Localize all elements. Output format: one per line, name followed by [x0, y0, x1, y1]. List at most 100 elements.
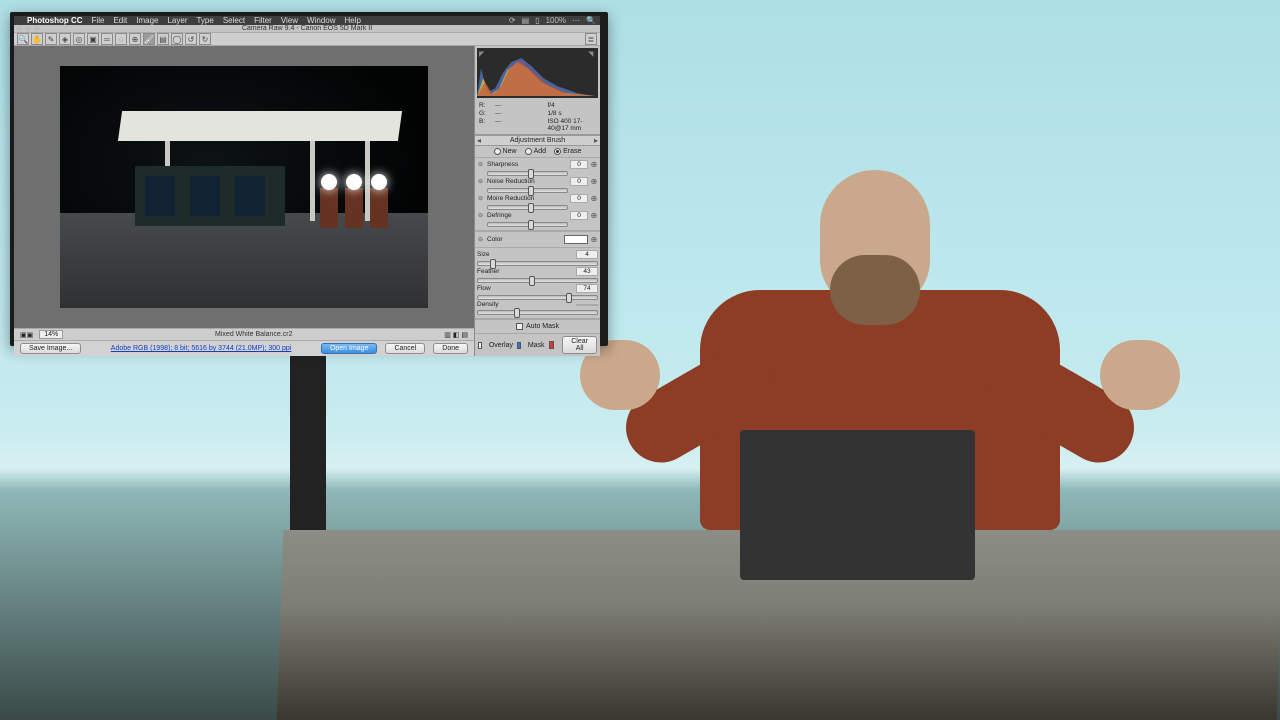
- zoom-tool-icon[interactable]: 🔍: [17, 33, 29, 45]
- mode-erase[interactable]: Erase: [554, 148, 581, 155]
- slider-value[interactable]: 0: [570, 160, 588, 169]
- panel-next-icon[interactable]: ▸: [594, 136, 598, 145]
- search-icon[interactable]: 🔍: [586, 16, 596, 25]
- slider-value[interactable]: 43: [576, 267, 598, 276]
- panel-title-label: Adjustment Brush: [510, 137, 565, 144]
- panel-title: ◂ Adjustment Brush ▸: [475, 135, 600, 146]
- compare-icon[interactable]: ▣▣: [20, 331, 33, 339]
- monitor-stand: [290, 346, 326, 546]
- menu-help[interactable]: Help: [345, 16, 361, 25]
- photoshop-window: Photoshop CC File Edit Image Layer Type …: [14, 16, 600, 334]
- menu-layer[interactable]: Layer: [167, 16, 187, 25]
- panel-prev-icon[interactable]: ◂: [477, 136, 481, 145]
- slider-track[interactable]: [477, 278, 598, 283]
- menu-filter[interactable]: Filter: [254, 16, 272, 25]
- radial-filter-icon[interactable]: ◯: [171, 33, 183, 45]
- mode-new[interactable]: New: [494, 148, 517, 155]
- slider-toggle-icon[interactable]: ⊖: [477, 195, 484, 202]
- menu-select[interactable]: Select: [223, 16, 245, 25]
- slider-label: Flow: [477, 285, 574, 292]
- slider-toggle-icon[interactable]: ⊖: [477, 178, 484, 185]
- slider-label: Size: [477, 251, 574, 258]
- rotate-cw-icon[interactable]: ↻: [199, 33, 211, 45]
- menu-image[interactable]: Image: [136, 16, 158, 25]
- photo-preview: [60, 66, 428, 308]
- window-titlebar: Camera Raw 9.4 - Canon EOS 5D Mark II: [14, 25, 600, 33]
- cancel-button[interactable]: Cancel: [385, 343, 425, 354]
- slider-reset-icon[interactable]: ⊕: [590, 177, 598, 186]
- adjustment-brush-icon[interactable]: 🖌: [143, 33, 155, 45]
- slider-value[interactable]: 0: [570, 177, 588, 186]
- shadow-clip-icon[interactable]: ◤: [479, 50, 487, 58]
- workflow-options-link[interactable]: Adobe RGB (1998); 8 bit; 5616 by 3744 (2…: [89, 345, 313, 352]
- zoom-level[interactable]: 14%: [39, 330, 63, 339]
- done-button[interactable]: Done: [433, 343, 468, 354]
- mode-add[interactable]: Add: [525, 148, 546, 155]
- menu-extras-icon[interactable]: ⋯: [572, 16, 580, 25]
- graduated-filter-icon[interactable]: ▤: [157, 33, 169, 45]
- menu-window[interactable]: Window: [307, 16, 335, 25]
- slider-reset-icon[interactable]: ⊕: [590, 194, 598, 203]
- app-name[interactable]: Photoshop CC: [27, 16, 83, 25]
- mask-color-swatch[interactable]: [549, 341, 555, 349]
- traffic-lights[interactable]: [16, 26, 40, 32]
- slider-track[interactable]: [487, 205, 568, 210]
- overlay-checkbox[interactable]: [478, 342, 482, 349]
- color-swatch[interactable]: [564, 235, 588, 244]
- straighten-tool-icon[interactable]: ═: [101, 33, 113, 45]
- menu-view[interactable]: View: [281, 16, 298, 25]
- menu-type[interactable]: Type: [196, 16, 213, 25]
- color-toggle-icon[interactable]: ⊖: [477, 236, 484, 243]
- slider-toggle-icon[interactable]: ⊖: [477, 212, 484, 219]
- slider-value[interactable]: 0: [570, 211, 588, 220]
- slider-label: Sharpness: [487, 161, 568, 168]
- filmstrip-icons[interactable]: ▥ ◧ ▤: [444, 331, 468, 339]
- rotate-ccw-icon[interactable]: ↺: [185, 33, 197, 45]
- menu-edit[interactable]: Edit: [113, 16, 127, 25]
- info-readout: R:---f/4 G:---1/8 s B:---ISO 400 17-40@1…: [475, 100, 600, 135]
- filename-label: Mixed White Balance.cr2: [69, 331, 438, 338]
- targeted-adjust-icon[interactable]: ◎: [73, 33, 85, 45]
- slider-track[interactable]: [477, 261, 598, 266]
- color-label: Color: [487, 236, 562, 243]
- mask-label: Mask: [528, 342, 545, 349]
- save-image-button[interactable]: Save Image...: [20, 343, 81, 354]
- slider-label: Density: [477, 301, 574, 308]
- slider-track[interactable]: [487, 188, 568, 193]
- g-value: ---: [495, 110, 544, 117]
- slider-reset-icon[interactable]: ⊕: [590, 211, 598, 220]
- slider-track[interactable]: [477, 295, 598, 300]
- b-label: B:: [479, 118, 491, 132]
- hand-tool-icon[interactable]: ✋: [31, 33, 43, 45]
- slider-value[interactable]: 74: [576, 284, 598, 293]
- iso-value: ISO 400: [548, 118, 572, 125]
- wb-eyedropper-icon[interactable]: ✎: [45, 33, 57, 45]
- redeye-tool-icon[interactable]: ⊕: [129, 33, 141, 45]
- preferences-icon[interactable]: ≣: [585, 33, 597, 45]
- b-value: ---: [495, 118, 544, 132]
- status-icon: ▤: [522, 16, 530, 25]
- menu-file[interactable]: File: [92, 16, 105, 25]
- slider-toggle-icon[interactable]: ⊖: [477, 161, 484, 168]
- status-icon: ⟳: [509, 16, 516, 25]
- slider-value[interactable]: 4: [576, 250, 598, 259]
- histogram[interactable]: ◤ ◥: [477, 48, 598, 98]
- image-canvas[interactable]: [14, 46, 474, 328]
- color-sampler-icon[interactable]: ◈: [59, 33, 71, 45]
- window-title: Camera Raw 9.4 - Canon EOS 5D Mark II: [242, 25, 372, 32]
- color-picker-icon[interactable]: ⊕: [590, 235, 598, 244]
- slider-track[interactable]: [487, 222, 568, 227]
- crop-tool-icon[interactable]: ▣: [87, 33, 99, 45]
- slider-track[interactable]: [487, 171, 568, 176]
- slider-reset-icon[interactable]: ⊕: [590, 160, 598, 169]
- macos-menubar: Photoshop CC File Edit Image Layer Type …: [14, 16, 600, 25]
- auto-mask-label: Auto Mask: [526, 323, 559, 330]
- open-image-button[interactable]: Open Image: [321, 343, 378, 354]
- slider-value[interactable]: 0: [570, 194, 588, 203]
- highlight-clip-icon[interactable]: ◥: [588, 50, 596, 58]
- mask-checkbox[interactable]: [517, 342, 521, 349]
- brush-mode-radios: New Add Erase: [475, 146, 600, 158]
- spot-removal-icon[interactable]: ◌: [115, 33, 127, 45]
- clear-all-button[interactable]: Clear All: [562, 336, 597, 354]
- auto-mask-checkbox[interactable]: [516, 323, 523, 330]
